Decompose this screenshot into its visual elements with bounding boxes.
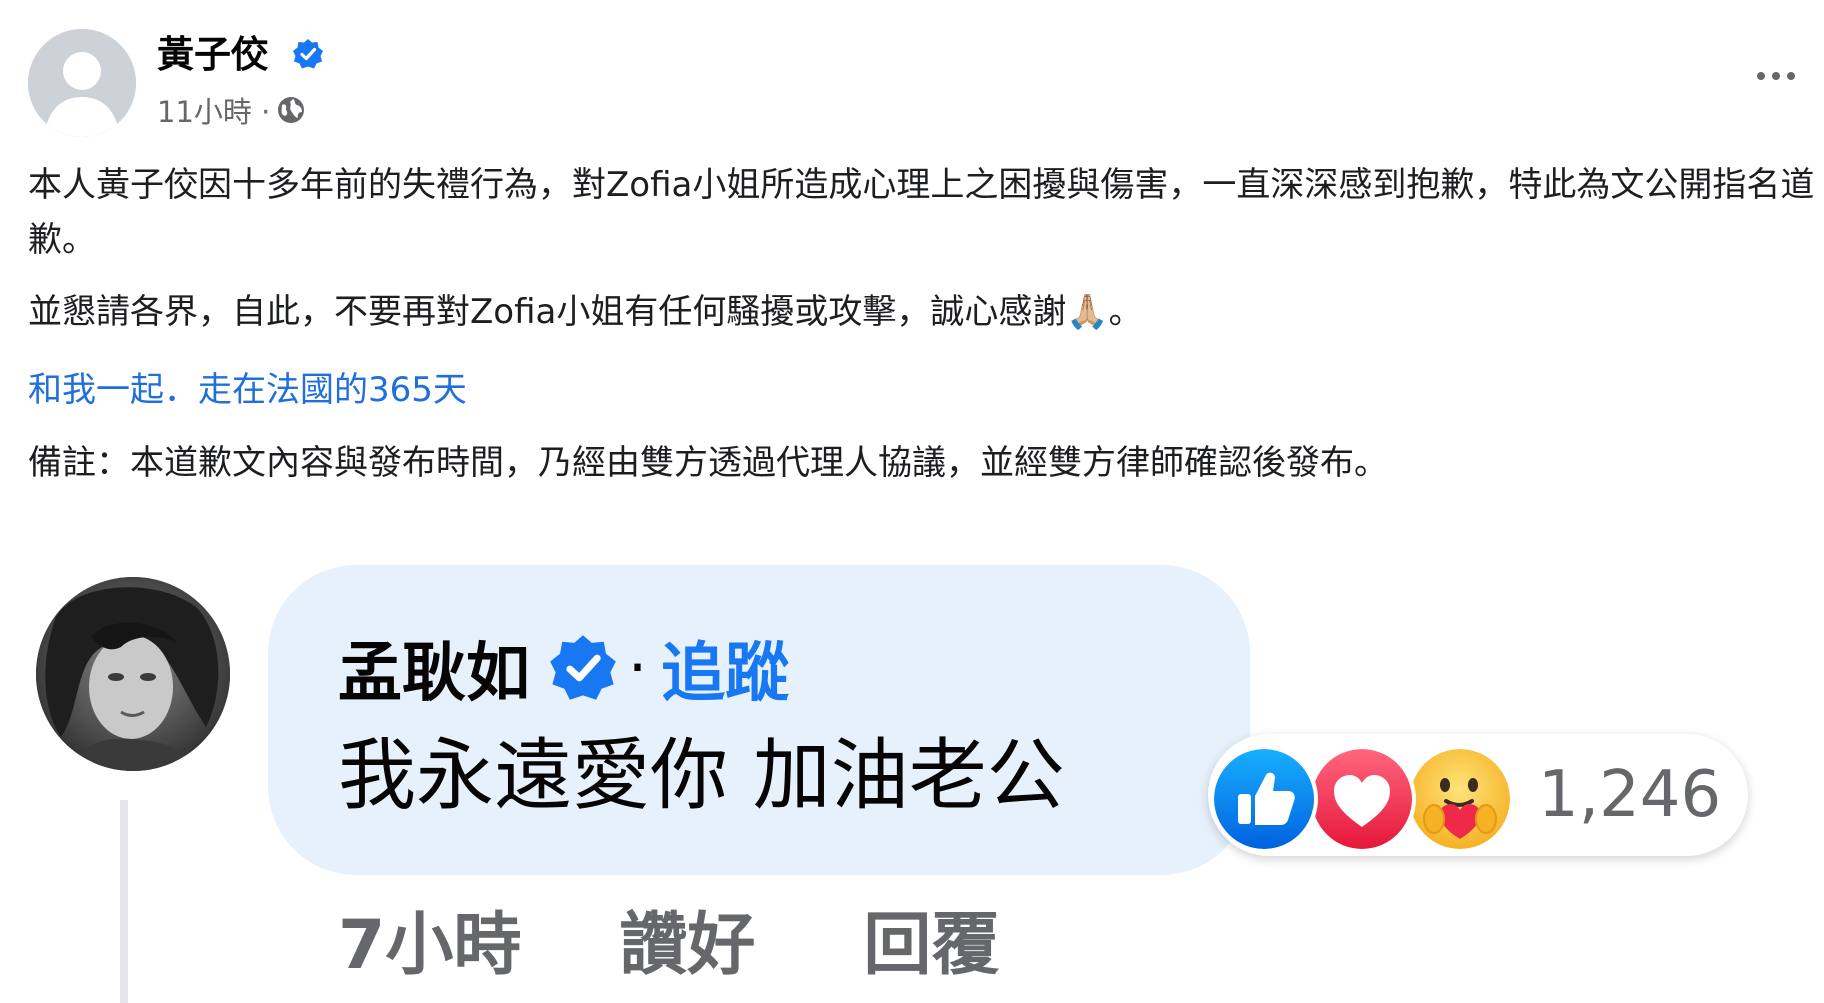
- verified-badge-icon: [293, 39, 323, 69]
- like-reaction-icon: [1210, 745, 1318, 853]
- comment-text: 我永遠愛你 加油老公: [338, 731, 1065, 821]
- more-dot-icon: [1787, 72, 1795, 80]
- post-timestamp[interactable]: 11小時 ·: [157, 89, 270, 131]
- commenter-header: 孟耿如 · 追蹤: [338, 628, 789, 711]
- comment-timestamp[interactable]: 7小時: [338, 889, 521, 988]
- globe-icon[interactable]: [276, 95, 306, 125]
- post-paragraph: 並懇請各界，自此，不要再對Zofia小姐有任何騷擾或攻擊，誠心感謝🙏🏼。: [28, 292, 1143, 332]
- profile-photo: [36, 577, 230, 771]
- love-reaction-icon: [1308, 745, 1416, 853]
- commenter-avatar[interactable]: [36, 577, 230, 771]
- comment-thread-line: [120, 800, 128, 1003]
- comment-bubble: [268, 565, 1250, 875]
- comment-actions: 7小時 讚好 回覆: [338, 888, 999, 988]
- more-options-button[interactable]: [1746, 56, 1806, 96]
- verified-badge-icon: [550, 635, 616, 700]
- more-dot-icon: [1757, 72, 1765, 80]
- reaction-summary[interactable]: 1,246: [1208, 734, 1748, 856]
- reply-comment-button[interactable]: 回覆: [863, 889, 999, 988]
- separator-dot: ·: [628, 633, 648, 703]
- default-avatar-icon: [28, 29, 136, 137]
- commenter-name[interactable]: 孟耿如: [338, 622, 530, 714]
- care-reaction-icon: [1406, 745, 1514, 853]
- like-comment-button[interactable]: 讚好: [619, 889, 755, 988]
- post-meta: 11小時 ·: [157, 90, 306, 130]
- post-author-avatar[interactable]: [28, 29, 136, 137]
- post-note: 備註：本道歉文內容與發布時間，乃經由雙方透過代理人協議，並經雙方律師確認後發布。: [28, 443, 1388, 483]
- more-dot-icon: [1772, 72, 1780, 80]
- hashtag-link[interactable]: 和我一起．走在法國的365天: [28, 363, 1818, 418]
- post-paragraph: 本人黃子佼因十多年前的失禮行為，對Zofia小姐所造成心理上之困擾與傷害，一直深…: [28, 165, 1815, 260]
- post-author-name[interactable]: 黃子佼: [157, 32, 268, 77]
- reaction-count: 1,246: [1538, 758, 1722, 832]
- follow-button[interactable]: 追蹤: [661, 622, 789, 714]
